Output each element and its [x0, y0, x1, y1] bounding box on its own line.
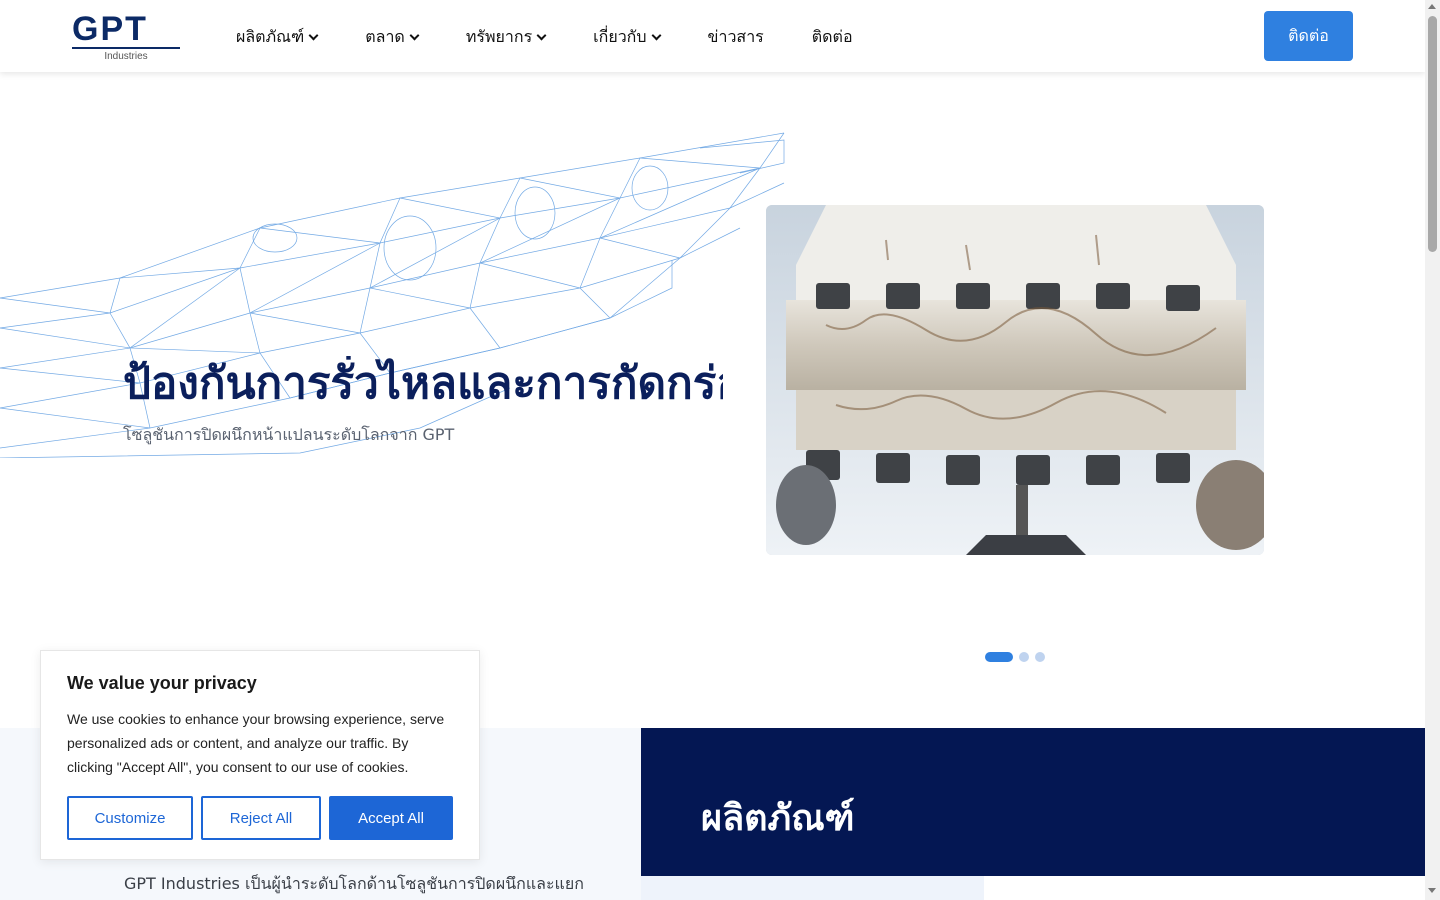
main-nav: ผลิตภัณฑ์ ตลาด ทรัพยากร เกี่ยวกับ ข่าวสา…: [236, 26, 901, 48]
chevron-down-icon: [409, 30, 420, 40]
cookie-title: We value your privacy: [67, 673, 257, 693]
hero-subtitle: โซลูชันการปิดผนึกหน้าแปลนระดับโลกจาก GPT: [123, 425, 455, 444]
nav-label: ทรัพยากร: [465, 26, 533, 46]
carousel-pagination: [985, 652, 1045, 662]
products-tab-strip: [641, 876, 984, 900]
gpt-logo[interactable]: GPT Industries: [72, 10, 184, 62]
reject-all-button[interactable]: Reject All: [201, 796, 321, 840]
nav-item-about[interactable]: เกี่ยวกับ: [593, 26, 661, 48]
nav-item-contact[interactable]: ติดต่อ: [812, 26, 853, 48]
nav-label: ผลิตภัณฑ์: [236, 26, 305, 46]
nav-item-resources[interactable]: ทรัพยากร: [465, 26, 547, 48]
site-header: GPT Industries ผลิตภัณฑ์ ตลาด ทรัพยากร เ…: [0, 0, 1425, 72]
customize-button[interactable]: Customize: [67, 796, 193, 840]
nav-label: ตลาด: [365, 26, 405, 46]
page-scrollbar[interactable]: [1425, 0, 1440, 900]
chevron-down-icon: [651, 30, 661, 40]
page: GPT Industries ผลิตภัณฑ์ ตลาด ทรัพยากร เ…: [0, 0, 1440, 900]
logo-subtitle: Industries: [104, 51, 148, 62]
nav-item-markets[interactable]: ตลาด: [365, 26, 420, 48]
carousel-dot-3[interactable]: [1035, 652, 1045, 662]
chevron-down-icon: [308, 30, 319, 40]
intro-text: GPT Industries เป็นผู้นำระดับโลกด้านโซลู…: [124, 874, 584, 893]
scroll-thumb[interactable]: [1428, 16, 1437, 252]
scroll-down-arrow-icon[interactable]: [1428, 888, 1436, 893]
nav-label: เกี่ยวกับ: [593, 26, 647, 46]
nav-item-products[interactable]: ผลิตภัณฑ์: [236, 26, 319, 48]
cookie-consent-banner: We value your privacy We use cookies to …: [40, 650, 480, 860]
nav-label: ข่าวสาร: [707, 26, 764, 46]
flange-bolts-photo: [766, 205, 1264, 555]
carousel-dot-2[interactable]: [1019, 652, 1029, 662]
cookie-text: We use cookies to enhance your browsing …: [67, 711, 445, 775]
carousel-dot-1[interactable]: [985, 652, 1013, 662]
accept-all-button[interactable]: Accept All: [329, 796, 453, 840]
nav-item-news[interactable]: ข่าวสาร: [708, 26, 764, 48]
contact-cta-button[interactable]: ติดต่อ: [1264, 11, 1353, 61]
nav-label: ติดต่อ: [811, 26, 853, 46]
products-heading: ผลิตภัณฑ์: [701, 798, 855, 839]
flange-illustration: [766, 205, 1264, 555]
scroll-up-arrow-icon[interactable]: [1428, 4, 1436, 9]
hero-title: ป้องกันการรั่วไหลและการกัดกร่อนของหน้าแป…: [123, 358, 723, 409]
chevron-down-icon: [536, 30, 547, 40]
logo-mark: GPT: [72, 10, 148, 48]
